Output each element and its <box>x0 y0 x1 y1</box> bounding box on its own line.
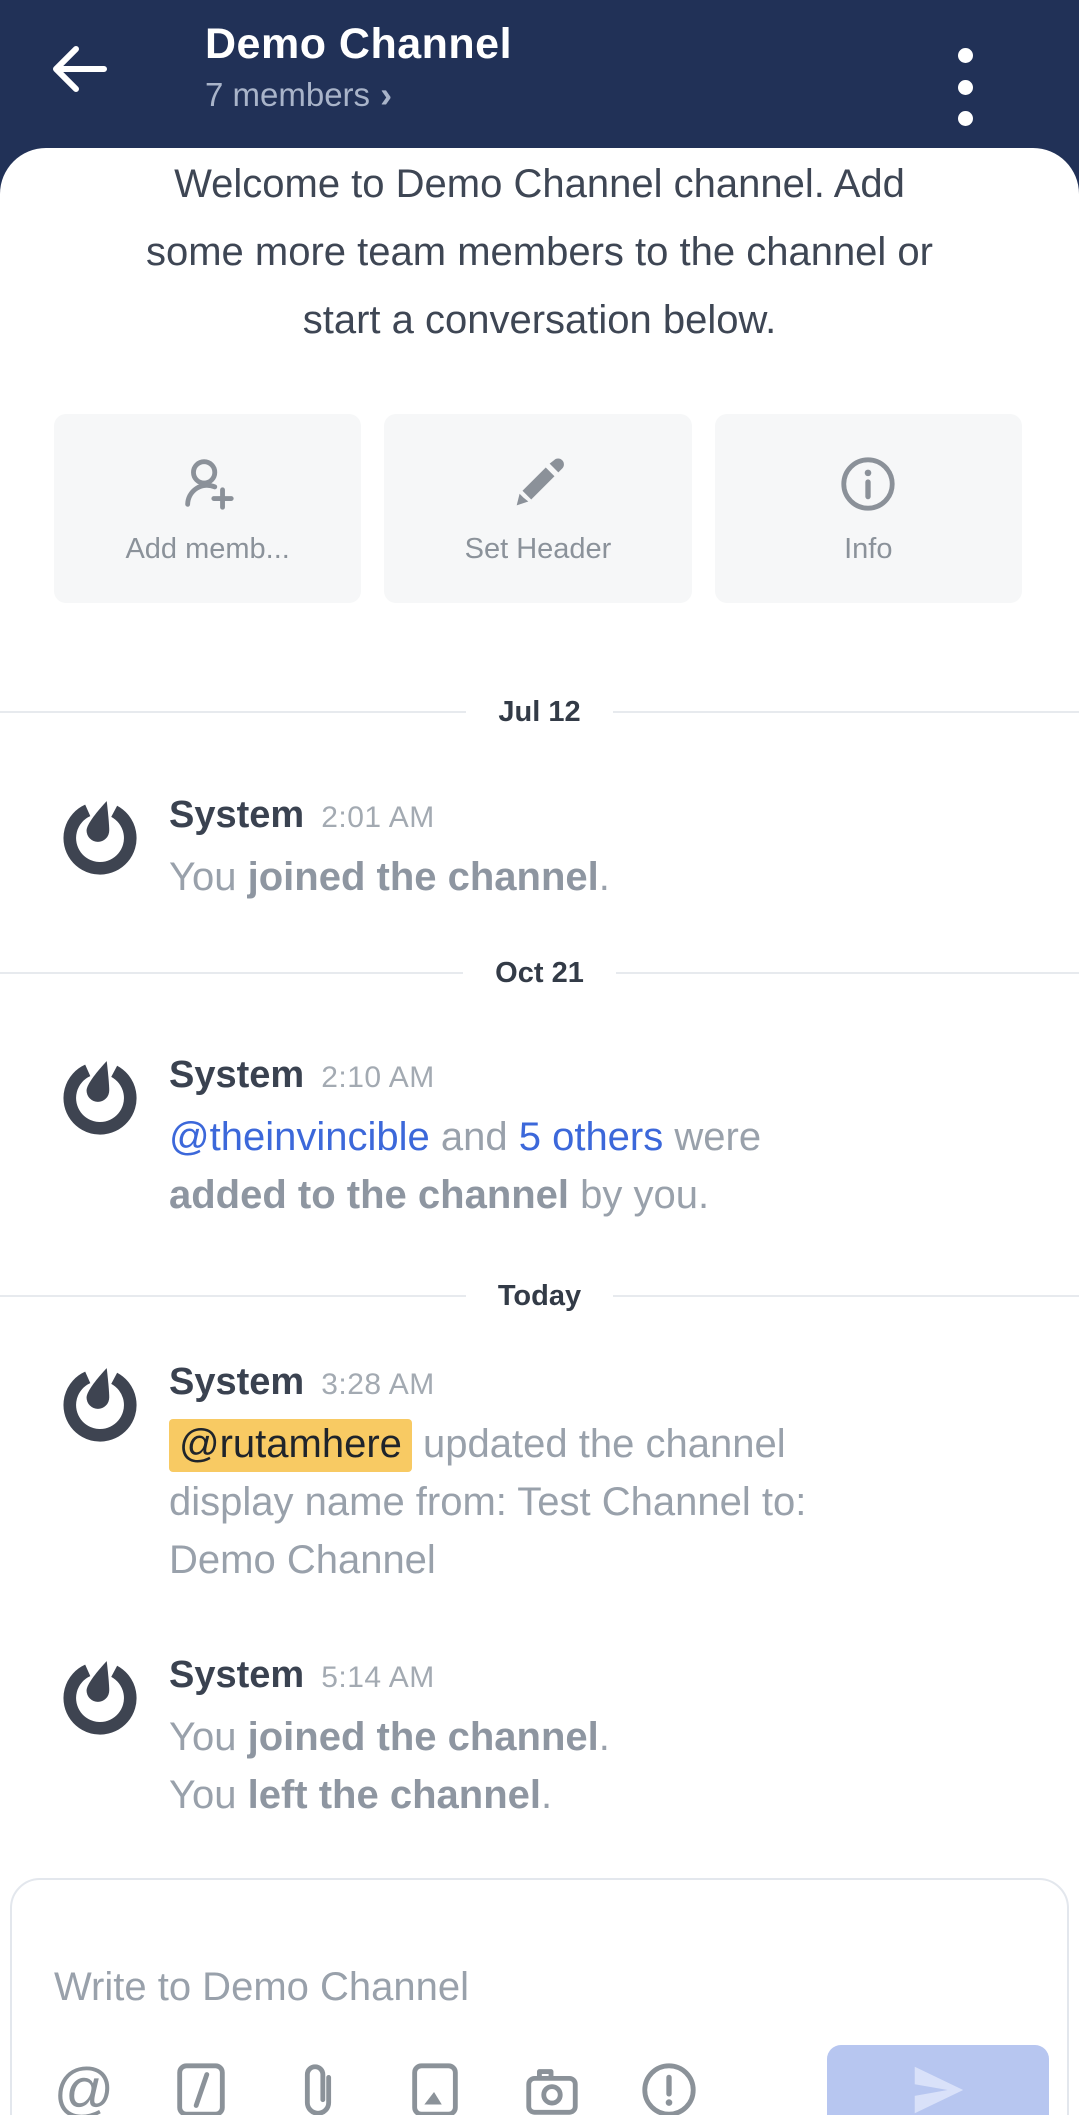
timestamp: 2:10 AM <box>321 1054 435 1102</box>
alert-icon <box>638 2059 700 2115</box>
alert-button[interactable] <box>637 2057 701 2115</box>
kebab-dot <box>958 80 973 95</box>
members-count: 7 members <box>205 76 370 114</box>
message-text: You <box>169 1773 248 1817</box>
kebab-dot <box>958 111 973 126</box>
send-icon <box>902 2059 974 2115</box>
system-avatar-icon <box>58 1358 142 1442</box>
message-text: You <box>169 1715 248 1759</box>
info-button[interactable]: Info <box>715 414 1022 603</box>
mention-link[interactable]: @theinvincible <box>169 1115 430 1159</box>
message-text: joined the channel <box>248 855 599 899</box>
info-icon <box>837 451 899 515</box>
slash-command-icon <box>170 2059 232 2115</box>
image-icon <box>404 2059 466 2115</box>
message-text: were <box>663 1115 761 1159</box>
divider-line <box>0 972 463 974</box>
quick-actions: Add memb... Set Header <box>54 414 1022 603</box>
arrow-left-icon <box>46 39 112 99</box>
chat-screen: Demo Channel 7 members › Welcome to Demo… <box>0 0 1079 2115</box>
chat-sheet: Welcome to Demo Channel channel. Add som… <box>0 148 1079 2115</box>
message-body: You joined the channel. <box>169 848 610 906</box>
timestamp: 3:28 AM <box>321 1361 435 1409</box>
message-text: left the channel <box>248 1773 541 1817</box>
camera-icon <box>520 2059 584 2115</box>
attach-icon <box>287 2058 349 2115</box>
channel-title-block[interactable]: Demo Channel 7 members › <box>205 18 512 114</box>
timestamp: 2:01 AM <box>321 794 435 842</box>
message-text: . <box>599 1715 610 1759</box>
message-text: added to the channel <box>169 1173 569 1217</box>
composer-toolbar: @ <box>52 2045 1049 2115</box>
system-avatar-icon <box>58 1051 142 1135</box>
slash-command-button[interactable] <box>169 2057 233 2115</box>
message-text: and <box>430 1115 519 1159</box>
message-text: . <box>599 855 610 899</box>
system-avatar-icon <box>58 791 142 875</box>
divider-line <box>0 711 466 713</box>
camera-button[interactable] <box>520 2057 584 2115</box>
image-button[interactable] <box>403 2057 467 2115</box>
add-members-button[interactable]: Add memb... <box>54 414 361 603</box>
system-message: System 5:14 AM You joined the channel.Yo… <box>0 1651 1079 1824</box>
message-text: joined the channel <box>248 1715 599 1759</box>
message-text: You <box>169 855 248 899</box>
pencil-icon <box>507 451 569 515</box>
channel-title: Demo Channel <box>205 18 512 70</box>
message-text: by you. <box>569 1173 709 1217</box>
divider-date: Oct 21 <box>495 957 584 990</box>
set-header-button[interactable]: Set Header <box>384 414 691 603</box>
action-label: Info <box>844 533 892 566</box>
divider-line <box>616 972 1079 974</box>
menu-button[interactable] <box>937 44 993 130</box>
divider-line <box>0 1295 466 1297</box>
date-divider: Today <box>0 1279 1079 1313</box>
add-member-icon <box>177 451 239 515</box>
date-divider: Jul 12 <box>0 695 1079 729</box>
action-label: Add memb... <box>125 533 289 566</box>
mention-icon: @ <box>54 2057 115 2115</box>
system-message: System 3:28 AM @rutamhere updated the ch… <box>0 1358 1079 1589</box>
kebab-dot <box>958 48 973 63</box>
chevron-right-icon: › <box>380 80 392 110</box>
send-button[interactable] <box>827 2045 1049 2115</box>
system-message: System 2:01 AM You joined the channel. <box>0 791 1079 906</box>
attach-button[interactable] <box>286 2057 350 2115</box>
message-body: @rutamhere updated the channel display n… <box>169 1415 869 1589</box>
system-avatar-icon <box>58 1651 142 1735</box>
message-body: @theinvincible and 5 others were added t… <box>169 1108 869 1224</box>
timestamp: 5:14 AM <box>321 1654 435 1702</box>
sender-name: System <box>169 791 304 839</box>
back-button[interactable] <box>44 36 114 102</box>
system-message: System 2:10 AM @theinvincible and 5 othe… <box>0 1051 1079 1224</box>
mention-button[interactable]: @ <box>52 2057 116 2115</box>
sender-name: System <box>169 1051 304 1099</box>
divider-date: Today <box>498 1280 581 1313</box>
divider-line <box>613 711 1079 713</box>
message-body: You joined the channel. You left the chan… <box>169 1708 610 1824</box>
message-text: . <box>541 1773 552 1817</box>
divider-date: Jul 12 <box>498 696 580 729</box>
mention-highlight[interactable]: @rutamhere <box>169 1419 412 1472</box>
action-label: Set Header <box>465 533 612 566</box>
date-divider: Oct 21 <box>0 956 1079 990</box>
mention-link[interactable]: 5 others <box>519 1115 664 1159</box>
channel-members[interactable]: 7 members › <box>205 76 512 114</box>
message-input[interactable] <box>52 1964 1003 2011</box>
message-composer: @ <box>10 1878 1069 2115</box>
sender-name: System <box>169 1358 304 1406</box>
welcome-text: Welcome to Demo Channel channel. Add som… <box>122 148 957 354</box>
divider-line <box>613 1295 1079 1297</box>
sender-name: System <box>169 1651 304 1699</box>
